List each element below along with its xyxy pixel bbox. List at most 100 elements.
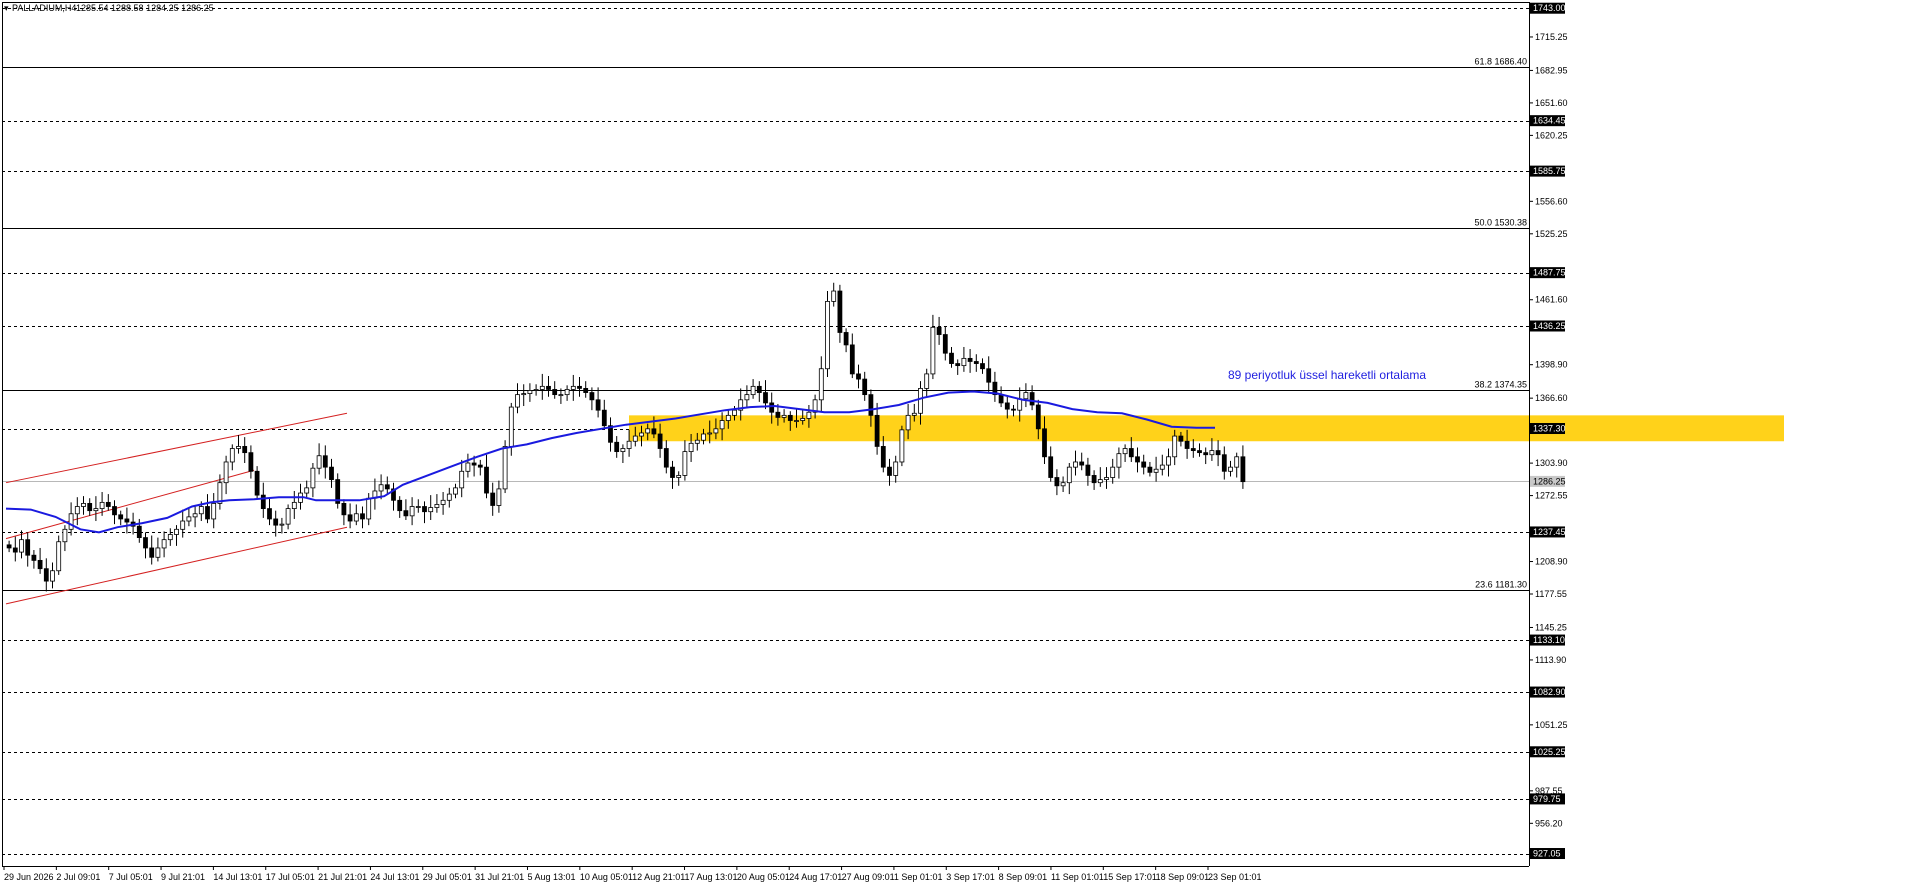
- candle-body: [6, 544, 12, 549]
- price-tick-label: 1177.55: [1535, 589, 1567, 599]
- price-tick-label: 1525.25: [1535, 229, 1568, 239]
- candle-body: [1228, 466, 1233, 472]
- candle-body: [713, 428, 719, 434]
- candle-body: [899, 429, 905, 463]
- candle-body: [837, 290, 843, 333]
- candle-body: [105, 501, 111, 507]
- candle-body: [490, 492, 496, 506]
- candle-body: [304, 487, 310, 494]
- price-tick-label: 1651.60: [1535, 98, 1568, 108]
- candle-body: [254, 470, 260, 496]
- candle-body: [601, 409, 607, 427]
- candle-body: [552, 389, 558, 396]
- candle-body: [564, 389, 570, 396]
- time-tick-label: 29 Jun 2026: [4, 872, 54, 882]
- candle-body: [1079, 461, 1085, 466]
- candle-body: [68, 513, 74, 530]
- chevron-down-icon[interactable]: ▾: [4, 3, 9, 13]
- candle-body: [161, 539, 167, 549]
- candle-body: [874, 414, 880, 447]
- price-tick-label: 956.20: [1535, 818, 1563, 828]
- candle-body: [1110, 466, 1116, 478]
- candle-body: [1004, 402, 1010, 410]
- candle-body: [949, 352, 954, 364]
- price-tag-label: 1337.30: [1533, 424, 1566, 434]
- candle-body: [180, 520, 186, 530]
- candle-body: [62, 528, 68, 543]
- time-tick-label: 31 Jul 21:01: [475, 872, 524, 882]
- candle-body: [484, 466, 489, 494]
- candle-body: [880, 446, 886, 468]
- candle-body: [285, 508, 291, 525]
- candle-body: [81, 503, 86, 507]
- time-tick-label: 29 Jul 05:01: [423, 872, 472, 882]
- candle-body: [1085, 464, 1091, 476]
- candle-body: [942, 334, 948, 354]
- candle-body: [186, 516, 192, 522]
- candle-body: [143, 537, 148, 549]
- candle-body: [384, 484, 390, 490]
- price-tag-label: 1487.75: [1533, 268, 1566, 278]
- candle-body: [614, 441, 620, 453]
- candle-body: [639, 432, 644, 437]
- candle-body: [502, 446, 508, 490]
- candle-body: [632, 435, 638, 442]
- candle-body: [1048, 456, 1054, 478]
- candle-body: [546, 385, 551, 390]
- candle-body: [211, 503, 217, 520]
- candle-body: [149, 547, 155, 558]
- price-chart[interactable]: 61.8 1686.40 50.0 1530.38 38.2 1374.35 23.6…: [0, 0, 1916, 888]
- price-tick-label: 1715.25: [1535, 32, 1568, 42]
- candle-body: [267, 508, 272, 520]
- candle-body: [279, 523, 285, 526]
- candle-body: [1017, 398, 1023, 411]
- time-tick-label: 5 Aug 13:01: [527, 872, 575, 882]
- price-tick-label: 1461.60: [1535, 295, 1568, 305]
- candle-body: [862, 378, 868, 396]
- price-tag-label: 1286.25: [1533, 476, 1566, 486]
- price-tick-label: 1113.90: [1535, 655, 1566, 665]
- price-tick-label: 1366.60: [1535, 393, 1568, 403]
- candle-body: [905, 414, 911, 431]
- candle-body: [1178, 435, 1184, 442]
- candle-body: [360, 513, 365, 520]
- time-tick-label: 24 Jul 13:01: [370, 872, 419, 882]
- candle-body: [1184, 440, 1190, 449]
- candle-body: [570, 385, 576, 390]
- candle-body: [198, 506, 204, 515]
- candle-body: [620, 448, 626, 453]
- candle-body: [415, 506, 421, 508]
- chart-background: [0, 0, 1916, 888]
- candle-body: [1234, 456, 1240, 468]
- candle-body: [229, 448, 235, 463]
- candle-body: [353, 513, 359, 522]
- candle-body: [1042, 428, 1047, 458]
- candle-body: [37, 559, 43, 570]
- candle-body: [918, 388, 923, 414]
- candle-body: [1054, 477, 1060, 487]
- candle-body: [595, 399, 601, 411]
- candle-body: [670, 466, 675, 478]
- candle-body: [701, 433, 706, 441]
- candle-body: [719, 420, 725, 430]
- candle-body: [205, 506, 210, 520]
- candle-body: [1147, 466, 1153, 473]
- price-tag-label: 1133.10: [1533, 635, 1565, 645]
- time-tick-label: 17 Aug 13:01: [685, 872, 738, 882]
- candle-body: [93, 508, 99, 512]
- candle-body: [515, 394, 520, 408]
- candle-body: [409, 506, 415, 517]
- price-tick-label: 1398.90: [1535, 360, 1568, 370]
- time-tick-label: 17 Jul 05:01: [266, 872, 315, 882]
- candle-body: [657, 433, 663, 449]
- candle-body: [1221, 454, 1227, 472]
- candle-body: [1116, 453, 1122, 468]
- candle-body: [924, 373, 930, 389]
- candle-body: [1128, 448, 1134, 458]
- candle-body: [973, 361, 979, 364]
- candle-body: [744, 394, 750, 401]
- time-tick-label: 23 Sep 01:01: [1208, 872, 1262, 882]
- candle-body: [322, 455, 328, 468]
- price-tick-label: 1682.95: [1535, 65, 1568, 75]
- candle-body: [192, 513, 198, 518]
